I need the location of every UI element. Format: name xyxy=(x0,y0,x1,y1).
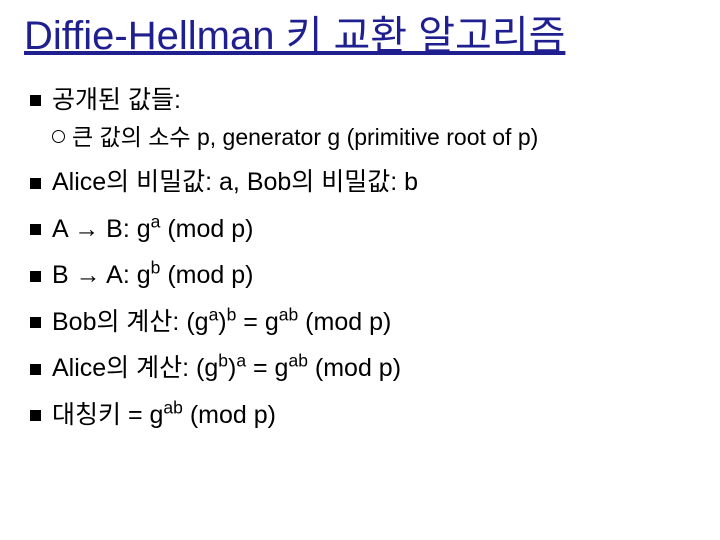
bullet-item: Alice의 계산: (gb)a = gab (mod p) xyxy=(30,352,696,385)
bullet-item: Alice의 비밀값: a, Bob의 비밀값: b xyxy=(30,166,696,199)
bullet-item: 공개된 값들:큰 값의 소수 p, generator g (primitive… xyxy=(30,84,696,152)
slide-title: Diffie-Hellman 키 교환 알고리즘 xyxy=(24,14,696,58)
bullet-item: 대칭키 = gab (mod p) xyxy=(30,399,696,432)
sub-bullet-list: 큰 값의 소수 p, generator g (primitive root o… xyxy=(52,123,696,153)
bullet-item: Bob의 계산: (ga)b = gab (mod p) xyxy=(30,306,696,339)
bullet-list: 공개된 값들:큰 값의 소수 p, generator g (primitive… xyxy=(30,84,696,431)
sub-bullet-item: 큰 값의 소수 p, generator g (primitive root o… xyxy=(52,123,696,153)
bullet-item: A → B: ga (mod p) xyxy=(30,213,696,246)
bullet-item: B → A: gb (mod p) xyxy=(30,259,696,292)
